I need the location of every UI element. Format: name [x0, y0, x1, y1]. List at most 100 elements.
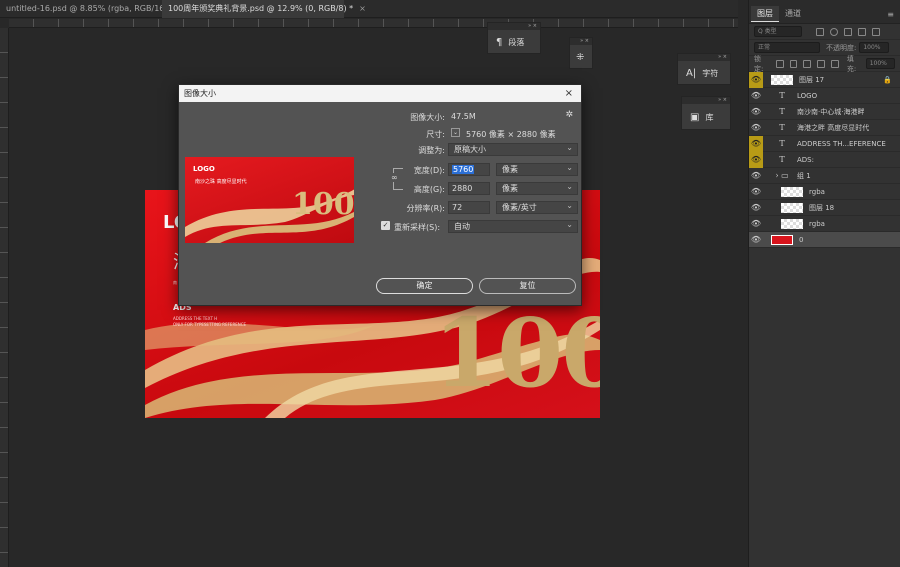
layer-list: 👁 图层 17 🔒 👁 T LOGO 👁 T 南沙南·中心城·海港畔 👁 T 海港之畔 高度尽显时代 👁… [749, 71, 900, 248]
lock-all-icon[interactable] [831, 59, 839, 68]
character-icon: A| [686, 67, 697, 79]
photoshop-window: untitled-16.psd @ 8.85% (rgba, RGB/16#) … [0, 0, 900, 567]
close-icon[interactable]: × [359, 4, 366, 13]
panel-header[interactable]: » × [488, 23, 540, 30]
width-unit-select[interactable]: 像素 [496, 162, 578, 176]
eye-icon[interactable]: 👁 [749, 120, 763, 136]
blend-mode-select[interactable]: 正常 [754, 42, 820, 53]
reset-button[interactable]: 复位 [479, 278, 576, 294]
eye-icon[interactable]: 👁 [749, 104, 763, 120]
layer-filter-select[interactable]: Q 类型 [754, 26, 802, 37]
preview-logo: LOGO [193, 165, 215, 173]
resolution-unit-select[interactable]: 像素/英寸 [496, 200, 578, 214]
panel-header[interactable]: » × [678, 54, 730, 61]
eye-icon[interactable]: 👁 [749, 200, 763, 216]
text-layer-icon: T [779, 123, 785, 132]
layers-dock: 图层 通道 ≡ Q 类型 正常 不透明度: 100% 锁定: 填充: 100% [748, 0, 900, 567]
layer-row[interactable]: 👁 rgba [749, 216, 900, 232]
smart-filter-icon[interactable] [872, 27, 880, 36]
panel-header[interactable]: » × [682, 97, 730, 104]
tab-layers[interactable]: 图层 [751, 6, 779, 22]
resample-checkbox[interactable]: ✓ [381, 221, 390, 230]
shape-filter-icon[interactable] [858, 27, 866, 36]
height-unit-select[interactable]: 像素 [496, 181, 578, 195]
eye-icon[interactable]: 👁 [749, 135, 763, 152]
layer-name: 南沙南·中心城·海港畔 [797, 107, 865, 116]
layer-row[interactable]: 👁 T 南沙南·中心城·海港畔 [749, 104, 900, 120]
layer-name: rgba [809, 219, 825, 228]
pixel-filter-icon[interactable] [816, 27, 824, 36]
text-layer-icon: T [779, 91, 785, 100]
layer-row[interactable]: 👁 0 [749, 232, 900, 248]
library-label: 库 [705, 112, 714, 122]
library-panel[interactable]: » × ▣ 库 [681, 96, 731, 130]
tab-untitled-16[interactable]: untitled-16.psd @ 8.85% (rgba, RGB/16#) … [0, 0, 193, 18]
layer-thumbnail [771, 234, 793, 245]
fill-input[interactable]: 100% [865, 58, 896, 69]
tab-100-anniversary[interactable]: 100周年颁奖典礼背景.psd @ 12.9% (0, RGB/8) * × [162, 0, 366, 18]
eye-icon[interactable]: 👁 [749, 216, 763, 232]
eye-icon[interactable]: 👁 [749, 71, 763, 88]
character-label: 字符 [702, 68, 719, 78]
vertical-ruler[interactable] [0, 28, 9, 567]
layer-thumbnail [771, 74, 793, 85]
paragraph-label: 段落 [508, 37, 525, 47]
fit-to-select[interactable]: 原稿大小 [448, 142, 578, 156]
eye-icon[interactable]: 👁 [749, 184, 763, 200]
eye-icon[interactable]: 👁 [749, 151, 763, 168]
dimensions-label: 尺寸: [426, 130, 445, 139]
lock-artboard-icon[interactable] [817, 59, 826, 68]
dialog-title: 图像大小 [184, 89, 216, 98]
adjustment-filter-icon[interactable] [830, 27, 838, 36]
layer-row[interactable]: 👁 T ADS: [749, 151, 900, 168]
text-layer-icon: T [779, 139, 785, 148]
layer-name: 0 [799, 235, 804, 244]
opacity-input[interactable]: 100% [859, 42, 890, 53]
layer-row[interactable]: 👁 › ▭ 组 1 [749, 168, 900, 184]
eye-icon[interactable]: 👁 [749, 232, 763, 248]
lock-image-icon[interactable] [789, 59, 798, 68]
resample-select[interactable]: 自动 [448, 219, 578, 233]
document-tab-bar: untitled-16.psd @ 8.85% (rgba, RGB/16#) … [0, 0, 738, 18]
dimensions-value: 5760 像素 × 2880 像素 [466, 130, 556, 139]
layer-thumbnail [781, 202, 803, 213]
layer-row[interactable]: 👁 T ADDRESS TH...EFERENCE [749, 135, 900, 152]
layer-row[interactable]: 👁 T LOGO [749, 88, 900, 104]
resolution-input[interactable]: 72 [448, 201, 490, 214]
panel-header[interactable]: » × [570, 38, 592, 45]
lock-transparent-icon[interactable] [775, 59, 784, 68]
tab-channels[interactable]: 通道 [779, 6, 807, 21]
layer-row[interactable]: 👁 图层 18 [749, 200, 900, 216]
height-input[interactable]: 2880 [448, 182, 490, 195]
resample-label: 重新采样(S): [394, 223, 441, 232]
layer-thumbnail [781, 186, 803, 197]
folder-icon[interactable]: › ▭ [771, 171, 793, 180]
canvas-fine-print: ONLY FOR TYPESETTING REFERENCE [173, 322, 247, 327]
gear-icon[interactable]: ✲ [565, 110, 573, 120]
paragraph-panel[interactable]: » × ¶ 段落 [487, 22, 541, 54]
lock-icon: 🔒 [883, 75, 892, 84]
eye-icon[interactable]: 👁 [749, 168, 763, 184]
ok-button[interactable]: 确定 [376, 278, 473, 294]
lock-position-icon[interactable] [803, 59, 812, 68]
layer-row[interactable]: 👁 rgba [749, 184, 900, 200]
dialog-titlebar[interactable]: 图像大小 × [179, 85, 581, 102]
character-panel[interactable]: » × A| 字符 [677, 53, 731, 85]
width-input[interactable]: 5760 [448, 163, 490, 176]
layer-name: 海港之畔 高度尽显时代 [797, 123, 870, 132]
layer-row[interactable]: 👁 图层 17 🔒 [749, 71, 900, 88]
tool-mini-panel[interactable]: » × ⁜ [569, 37, 593, 69]
layer-name: 组 1 [797, 171, 811, 180]
layer-name: LOGO [797, 91, 818, 100]
text-filter-icon[interactable] [844, 27, 852, 36]
horizontal-ruler[interactable] [9, 19, 738, 28]
chevron-down-icon[interactable]: ⌄ [451, 128, 460, 137]
height-label: 高度(G): [413, 185, 445, 194]
layer-row[interactable]: 👁 T 海港之畔 高度尽显时代 [749, 120, 900, 136]
image-preview[interactable]: LOGO 南沙之珠 高度尽显时代 100 [185, 157, 354, 243]
resolution-label: 分辨率(R): [406, 204, 446, 213]
close-icon[interactable]: × [565, 85, 573, 102]
panel-menu-icon[interactable]: ≡ [887, 10, 894, 19]
layer-name: ADDRESS TH...EFERENCE [797, 139, 886, 148]
eye-icon[interactable]: 👁 [749, 88, 763, 104]
